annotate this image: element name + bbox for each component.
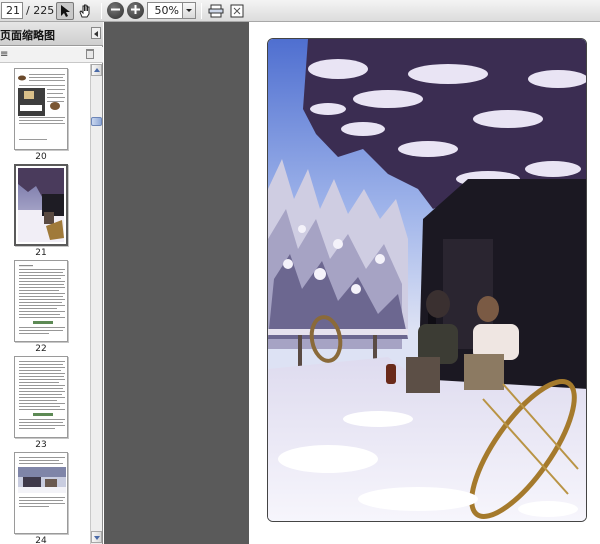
- panel-title: 页面缩略图: [0, 29, 55, 42]
- panel-header: 页面缩略图: [0, 22, 103, 46]
- fit-page-icon: [230, 4, 244, 18]
- scroll-thumb[interactable]: [91, 117, 102, 126]
- thumbnail-label: 24: [35, 536, 47, 544]
- zoom-in-button[interactable]: [127, 2, 144, 19]
- hand-tool-button[interactable]: [76, 2, 94, 20]
- collapse-panel-button[interactable]: [91, 27, 101, 39]
- toolbar-separator: [101, 3, 102, 19]
- fit-width-button[interactable]: [207, 2, 225, 20]
- page-total: / 225: [26, 4, 55, 17]
- fit-page-button[interactable]: [228, 2, 246, 20]
- zoom-in-icon: [131, 5, 140, 14]
- page-number-input[interactable]: 21: [1, 2, 23, 19]
- thumbnail-page-23[interactable]: [14, 356, 68, 438]
- toolbar-separator: [201, 3, 202, 19]
- thumbnail-label: 21: [35, 248, 47, 258]
- zoom-out-button[interactable]: [107, 2, 124, 19]
- zoom-out-icon: [111, 8, 120, 11]
- thumbnail-panel: 页面缩略图 ≡ 20 21 22 23 24: [0, 22, 103, 544]
- zoom-dropdown-button[interactable]: [182, 2, 196, 19]
- fit-width-icon: [208, 4, 224, 18]
- thumbnail-scrollbar[interactable]: [90, 64, 102, 544]
- trash-icon[interactable]: [86, 49, 94, 59]
- panel-toolbar: ≡: [0, 47, 103, 63]
- thumbnail-page-24[interactable]: [14, 452, 68, 534]
- select-tool-button[interactable]: [56, 2, 74, 20]
- chevron-down-icon: [186, 9, 192, 12]
- thumbnail-page-20[interactable]: [14, 68, 68, 150]
- thumbnail-label: 20: [35, 152, 47, 162]
- thumbnail-list: 20 21 22 23 24: [0, 64, 90, 544]
- winter-cabin-photo: [267, 38, 587, 522]
- hand-icon: [79, 4, 90, 18]
- zoom-level-input[interactable]: 50%: [147, 2, 183, 19]
- thumbnail-label: 22: [35, 344, 47, 354]
- select-arrow-icon: [61, 5, 70, 17]
- document-view[interactable]: [104, 22, 600, 544]
- thumbnail-page-22[interactable]: [14, 260, 68, 342]
- thumbnail-label: 23: [35, 440, 47, 450]
- document-page: [249, 22, 600, 544]
- options-icon[interactable]: ≡: [0, 49, 8, 60]
- scroll-up-button[interactable]: [91, 64, 102, 76]
- thumbnail-page-21[interactable]: [14, 164, 68, 246]
- scroll-down-button[interactable]: [91, 531, 102, 543]
- toolbar: 21 / 225 50%: [0, 0, 600, 22]
